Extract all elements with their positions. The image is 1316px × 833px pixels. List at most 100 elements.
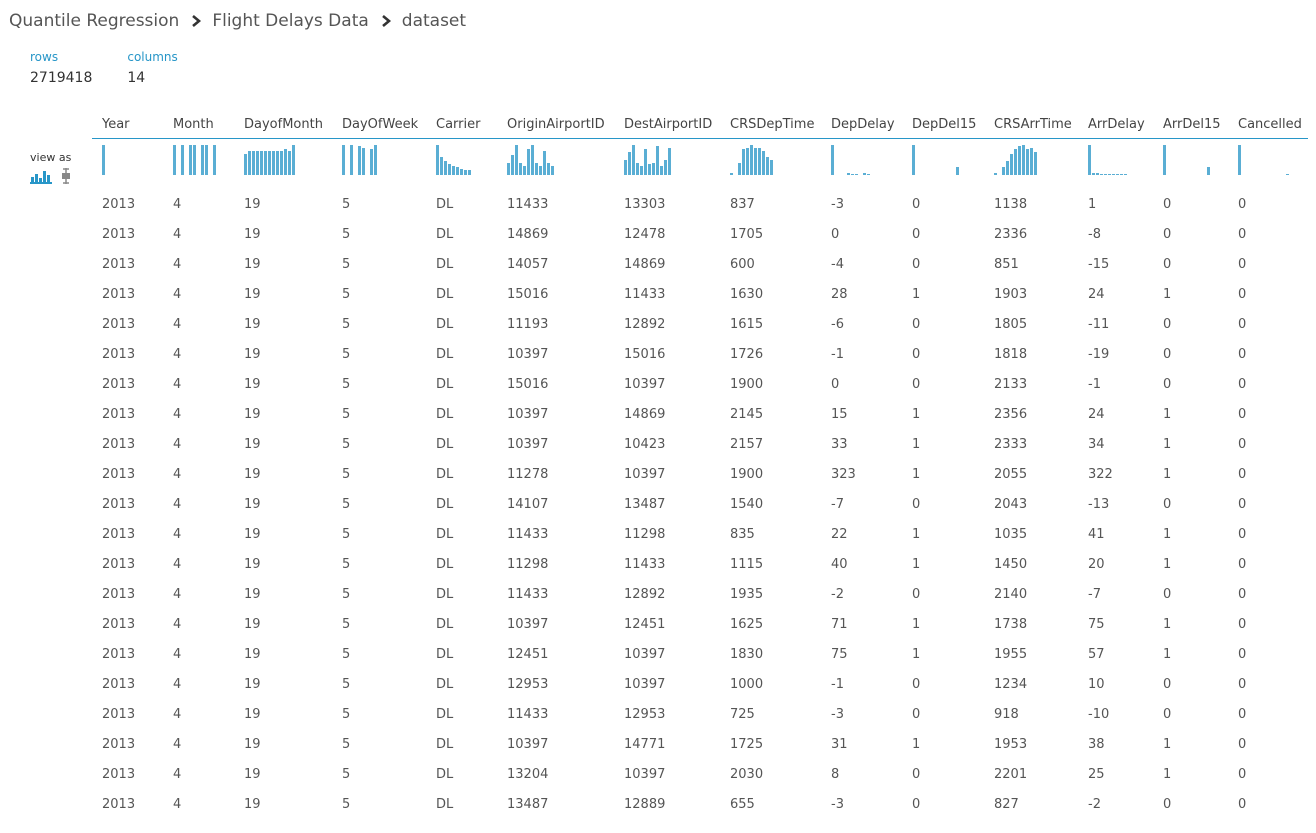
table-cell: 1953	[994, 736, 1028, 752]
histogram-bar	[268, 151, 271, 175]
table-cell: 1830	[730, 646, 764, 662]
column-histogram	[234, 139, 332, 190]
histogram-bar	[1108, 174, 1111, 175]
table-cell: 1935	[730, 586, 764, 602]
column-header-dayofweek[interactable]: DayOfWeek	[332, 110, 426, 139]
column-header-originairportid[interactable]: OriginAirportID	[497, 110, 614, 139]
column-header-arrdel15[interactable]: ArrDel15	[1153, 110, 1228, 139]
table-cell: -11	[1088, 316, 1110, 332]
histogram-bar	[256, 151, 259, 175]
table-cell: 1	[912, 556, 921, 572]
table-cell: 1234	[994, 676, 1028, 692]
table-cell: DL	[436, 226, 454, 242]
column-header-carrier[interactable]: Carrier	[426, 110, 497, 139]
table-cell: 2013	[102, 466, 136, 482]
table-cell: 1	[912, 526, 921, 542]
table-cell: 5	[342, 466, 351, 482]
boxplot-icon[interactable]	[61, 168, 71, 188]
histogram-sparkline[interactable]	[173, 145, 223, 175]
histogram-sparkline[interactable]	[912, 145, 962, 175]
table-cell: 24	[1088, 286, 1105, 302]
histogram-sparkline[interactable]	[624, 145, 674, 175]
table-cell: 1	[1163, 736, 1172, 752]
table-cell: 4	[173, 616, 182, 632]
histogram-bar	[370, 149, 373, 175]
table-cell: 0	[1163, 316, 1172, 332]
table-cell: 10	[1088, 676, 1105, 692]
histogram-sparkline[interactable]	[342, 145, 392, 175]
table-cell: 1	[1163, 556, 1172, 572]
table-cell: 11433	[507, 196, 549, 212]
histogram-bar	[1018, 146, 1021, 175]
columns-label: columns	[127, 50, 178, 64]
view-as-label: view as	[30, 151, 72, 164]
column-header-cancelled[interactable]: Cancelled	[1228, 110, 1308, 139]
table-cell: 5	[342, 586, 351, 602]
table-cell: 2140	[994, 586, 1028, 602]
column-header-crsdeptime[interactable]: CRSDepTime	[720, 110, 821, 139]
table-cell: 1035	[994, 526, 1028, 542]
table-cell: DL	[436, 526, 454, 542]
table-cell: 0	[1238, 736, 1247, 752]
column-header-arrdelay[interactable]: ArrDelay	[1078, 110, 1153, 139]
histogram-sparkline[interactable]	[1163, 145, 1213, 175]
histogram-bar	[632, 145, 635, 175]
table-cell: 2013	[102, 286, 136, 302]
histogram-sparkline[interactable]	[1088, 145, 1138, 175]
histogram-bar	[460, 169, 463, 175]
histogram-sparkline[interactable]	[102, 145, 152, 175]
table-cell: 851	[994, 256, 1019, 272]
histogram-bar	[444, 161, 447, 175]
table-cell: 12451	[624, 616, 666, 632]
table-cell: 2201	[994, 766, 1028, 782]
table-row: 2013 4 19 5 DL 15016 10397 1900 0 0 2133 -1 0 0	[92, 369, 1308, 399]
histogram-sparkline[interactable]	[994, 145, 1044, 175]
table-cell: 1805	[994, 316, 1028, 332]
histogram-bar	[362, 148, 365, 175]
table-cell: 10397	[507, 346, 549, 362]
table-cell: 2013	[102, 346, 136, 362]
histogram-sparkline[interactable]	[730, 145, 780, 175]
histogram-bar	[507, 163, 510, 175]
table-cell: 20	[1088, 556, 1105, 572]
histogram-bar	[468, 170, 471, 175]
table-row: 2013 4 19 5 DL 10397 14771 1725 31 1 1953 38 1 0	[92, 729, 1308, 759]
histogram-bar	[452, 166, 455, 175]
table-cell: -13	[1088, 496, 1110, 512]
table-cell: 19	[244, 676, 261, 692]
breadcrumb-experiment[interactable]: Quantile Regression	[9, 11, 179, 31]
table-cell: 5	[342, 436, 351, 452]
table-cell: 2133	[994, 376, 1028, 392]
histogram-bar	[272, 151, 275, 175]
table-cell: 2013	[102, 496, 136, 512]
table-cell: 4	[173, 196, 182, 212]
table-cell: 0	[912, 226, 921, 242]
column-header-month[interactable]: Month	[163, 110, 234, 139]
table-cell: 1	[1163, 766, 1172, 782]
table-cell: 1	[1163, 616, 1172, 632]
breadcrumb-current: dataset	[401, 11, 467, 31]
histogram-sparkline[interactable]	[1238, 145, 1289, 175]
column-header-depdelay[interactable]: DepDelay	[821, 110, 902, 139]
column-header-crsarrtime[interactable]: CRSArrTime	[984, 110, 1078, 139]
table-cell: DL	[436, 706, 454, 722]
table-cell: 19	[244, 346, 261, 362]
table-cell: DL	[436, 286, 454, 302]
column-header-destairportid[interactable]: DestAirportID	[614, 110, 720, 139]
table-cell: 33	[831, 436, 848, 452]
column-header-year[interactable]: Year	[92, 110, 163, 139]
histogram-sparkline[interactable]	[831, 145, 881, 175]
histogram-bar	[847, 173, 850, 175]
table-cell: 5	[342, 526, 351, 542]
histogram-sparkline[interactable]	[436, 145, 486, 175]
column-histogram	[163, 139, 234, 190]
histogram-sparkline[interactable]	[244, 145, 295, 175]
histogram-icon[interactable]	[30, 168, 52, 188]
histogram-bar	[519, 163, 522, 175]
table-cell: 0	[912, 496, 921, 512]
column-header-dayofmonth[interactable]: DayofMonth	[234, 110, 332, 139]
breadcrumb-dataset-module[interactable]: Flight Delays Data	[212, 11, 368, 31]
histogram-sparkline[interactable]	[507, 145, 557, 175]
table-cell: 0	[1163, 676, 1172, 692]
column-header-depdel15[interactable]: DepDel15	[902, 110, 984, 139]
